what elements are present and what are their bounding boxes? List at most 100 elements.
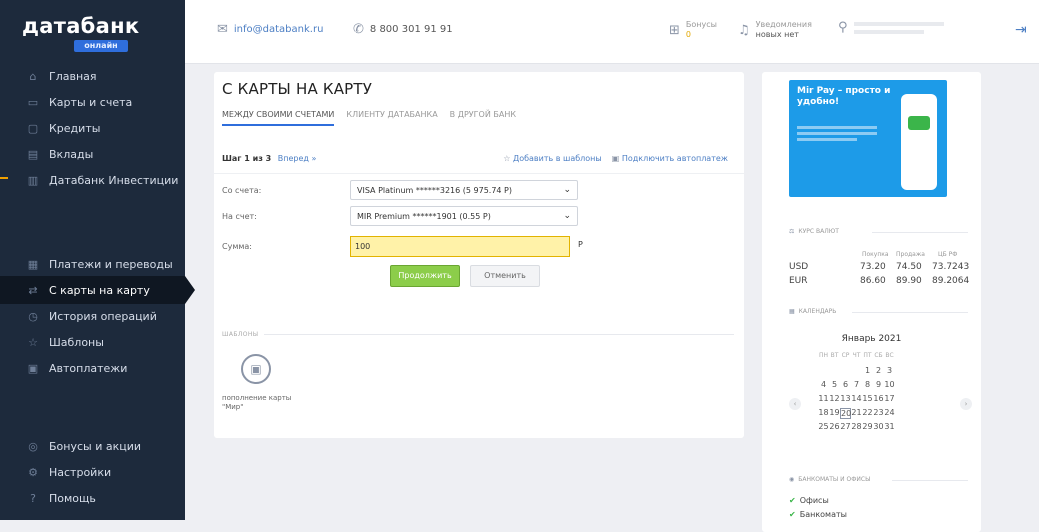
tab-databank-client[interactable]: КЛИЕНТУ ДАТАБАНКА	[346, 110, 437, 126]
calendar-day[interactable]: 23	[873, 408, 884, 419]
sidebar-item-label: Датабанк Инвестиции	[49, 173, 179, 187]
atms-checkbox[interactable]: ✔ Банкоматы	[789, 510, 847, 519]
calendar-day[interactable]: 25	[818, 422, 829, 431]
offices-divider	[892, 480, 968, 481]
to-account-select[interactable]: MIR Premium ******1901 (0.55 Р) ⌄	[350, 206, 578, 226]
calendar-day[interactable]: 26	[829, 422, 840, 431]
calendar-day[interactable]: 8	[862, 380, 873, 389]
from-label: Со счета:	[222, 186, 262, 195]
calendar-section-title: КАЛЕНДАРЬ	[798, 308, 837, 315]
calendar-day[interactable]: 22	[862, 408, 873, 419]
calendar-day	[840, 366, 851, 375]
bonus-widget[interactable]: ⊞ Бонусы 0	[669, 20, 717, 40]
calendar-week: 18 19 20 21 22 23 24	[818, 408, 895, 419]
calendar-day[interactable]: 7	[851, 380, 862, 389]
calendar-day[interactable]: 9	[873, 380, 884, 389]
calendar-day[interactable]: 12	[829, 394, 840, 403]
rates-col-sell: Продажа	[896, 251, 925, 258]
sidebar-item-autopay[interactable]: ▣ Автоплатежи	[0, 354, 185, 382]
sidebar-item-label: История операций	[49, 309, 157, 323]
calendar-day[interactable]: 20	[840, 408, 851, 419]
from-account-select[interactable]: VISA Platinum ******3216 (5 975.74 Р) ⌄	[350, 180, 578, 200]
sidebar-item-home[interactable]: ⌂ Главная	[0, 62, 185, 90]
calendar-day[interactable]: 18	[818, 408, 829, 419]
calendar-weekday: ВС	[885, 352, 894, 359]
calendar-day[interactable]: 27	[840, 422, 851, 431]
calendar-weekday: СБ	[874, 352, 883, 359]
add-template-link[interactable]: ☆ Добавить в шаблоны	[503, 154, 602, 163]
help-icon: ?	[30, 491, 36, 505]
next-step-link[interactable]: Вперед »	[278, 154, 317, 163]
calendar-day[interactable]: 2	[873, 366, 884, 375]
sidebar-item-star[interactable]: ☆ Шаблоны	[0, 328, 185, 356]
calendar-next-icon[interactable]: ›	[960, 398, 972, 410]
calendar-day[interactable]: 24	[884, 408, 895, 419]
mirpay-logo	[908, 116, 930, 130]
offices-label: Офисы	[799, 496, 829, 505]
calendar-prev-icon[interactable]: ‹	[789, 398, 801, 410]
calendar-month: Январь 2021	[841, 334, 902, 344]
calendar-day[interactable]: 17	[884, 394, 895, 403]
tab-other-bank[interactable]: В ДРУГОЙ БАНК	[450, 110, 516, 126]
sidebar-item-settings[interactable]: ⚙ Настройки	[0, 458, 185, 486]
autopay-icon: ▣	[611, 154, 622, 163]
calendar-day[interactable]: 19	[829, 408, 840, 419]
calendar-day[interactable]: 14	[851, 394, 862, 403]
sidebar-item-label: Настройки	[49, 465, 112, 479]
calendar-day[interactable]: 4	[818, 380, 829, 389]
brand-logo[interactable]: датабанк	[22, 14, 139, 38]
calendar-day[interactable]: 11	[818, 394, 829, 403]
page-title: С КАРТЫ НА КАРТУ	[222, 80, 373, 98]
sidebar-item-bonus[interactable]: ◎ Бонусы и акции	[0, 432, 185, 460]
template-card-icon[interactable]: ▣	[241, 354, 271, 384]
sidebar-item-history[interactable]: ◷ История операций	[0, 302, 185, 330]
sidebar-item-help[interactable]: ? Помощь	[0, 484, 185, 512]
calendar-day[interactable]: 29	[862, 422, 873, 431]
rate-cb: 89.2064	[932, 276, 970, 286]
cancel-button[interactable]: Отменить	[470, 265, 540, 287]
calendar-day[interactable]: 30	[873, 422, 884, 431]
offices-section-title: БАНКОМАТЫ И ОФИСЫ	[798, 476, 871, 483]
sidebar-item-payments[interactable]: ▦ Платежи и переводы	[0, 250, 185, 278]
sidebar-item-invest[interactable]: ▥ Датабанк Инвестиции	[0, 166, 185, 194]
calendar-day[interactable]: 28	[851, 422, 862, 431]
calendar-day[interactable]: 16	[873, 394, 884, 403]
offices-checkbox[interactable]: ✔ Офисы	[789, 496, 829, 505]
email-link[interactable]: ✉ info@databank.ru	[217, 22, 323, 37]
chevron-down-icon: ⌄	[563, 185, 571, 195]
notifications-widget[interactable]: ♫ Уведомления новых нет	[738, 20, 812, 40]
calendar-day[interactable]: 6	[840, 380, 851, 389]
autopay-icon: ▣	[27, 361, 39, 375]
banner-text-blurred	[797, 126, 877, 141]
logout-icon[interactable]: ⇥	[1015, 22, 1027, 38]
phone-link[interactable]: ✆ 8 800 301 91 91	[353, 22, 453, 37]
transfer-card: С КАРТЫ НА КАРТУ МЕЖДУ СВОИМИ СЧЕТАМИ КЛ…	[214, 72, 744, 438]
home-icon: ⌂	[29, 69, 37, 83]
calendar-day[interactable]: 1	[862, 366, 873, 375]
sidebar-item-label: Кредиты	[49, 121, 101, 135]
chevron-down-icon: ⌄	[563, 211, 571, 221]
calendar-icon: ▦	[789, 308, 795, 315]
calendar-day[interactable]: 3	[884, 366, 895, 375]
bonus-icon: ◎	[28, 439, 38, 453]
mirpay-banner[interactable]: Mir Pay – просто и удобно!	[789, 80, 947, 197]
calendar-day[interactable]: 5	[829, 380, 840, 389]
calendar-day[interactable]: 10	[884, 380, 895, 389]
user-profile[interactable]: ⚲	[838, 20, 944, 35]
sidebar-item-credit[interactable]: ▢ Кредиты	[0, 114, 185, 142]
sidebar-item-card[interactable]: ▭ Карты и счета	[0, 88, 185, 116]
calendar-day[interactable]: 13	[840, 394, 851, 403]
tab-own-accounts[interactable]: МЕЖДУ СВОИМИ СЧЕТАМИ	[222, 110, 335, 126]
calendar-day[interactable]: 21	[851, 408, 862, 419]
calendar-week: 123	[818, 366, 895, 375]
calendar-week: 25 26 27 28 29 30 31	[818, 422, 895, 431]
calendar-day[interactable]: 15	[862, 394, 873, 403]
amount-input[interactable]: 100	[350, 236, 570, 257]
sidebar-item-card-to-card[interactable]: ⇄ С карты на карту	[0, 276, 195, 304]
template-name[interactable]: пополнение карты "Мир"	[222, 394, 302, 412]
user-info-blurred	[853, 29, 924, 34]
sidebar-item-deposit[interactable]: ▤ Вклады	[0, 140, 185, 168]
calendar-day[interactable]: 31	[884, 422, 895, 431]
autopay-link[interactable]: ▣ Подключить автоплатеж	[612, 154, 728, 163]
continue-button[interactable]: Продолжить	[390, 265, 460, 287]
